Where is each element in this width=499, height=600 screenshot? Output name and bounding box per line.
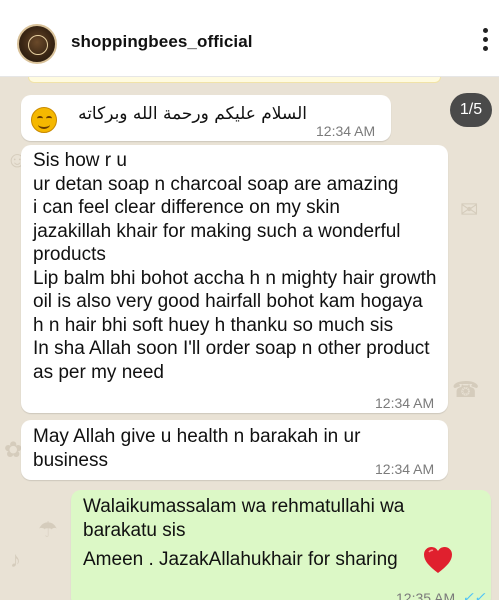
chat-area[interactable]: ☺ ✉ ☎ ✿ ♪ ☂ 1/5 السلام عليكم ورحمة الله …: [0, 77, 499, 600]
message-text: السلام عليكم ورحمة الله وبركاته: [78, 104, 307, 124]
message-bubble-incoming[interactable]: السلام عليكم ورحمة الله وبركاته 12:34 AM: [21, 95, 391, 141]
message-time: 12:34 AM: [375, 461, 435, 477]
red-heart-icon: [424, 547, 452, 573]
more-options-icon[interactable]: [482, 28, 490, 54]
account-username[interactable]: shoppingbees_official: [71, 32, 253, 52]
message-bubble-incoming[interactable]: May Allah give u health n barakah in ur …: [21, 420, 448, 480]
message-bubble-outgoing[interactable]: Walaikumassalam wa rehmatullahi wa barak…: [71, 490, 491, 600]
background-doodle: ✿: [4, 437, 23, 462]
background-doodle: ☂: [38, 517, 58, 542]
message-time: 12:34 AM: [316, 123, 376, 139]
message-text: Ameen . JazakAllahukhair for sharing: [83, 549, 398, 570]
background-doodle: ✉: [460, 197, 479, 222]
chat-header: shoppingbees_official: [0, 0, 499, 77]
message-text: Sis how r u ur detan soap n charcoal soa…: [33, 150, 437, 383]
message-time: 12:35 AM: [396, 590, 456, 600]
avatar[interactable]: [17, 24, 57, 64]
background-doodle: ♪: [10, 547, 21, 572]
double-check-icon: ✓✓: [462, 589, 486, 600]
message-time: 12:34 AM: [375, 395, 435, 411]
message-text: May Allah give u health n barakah in ur …: [33, 426, 361, 471]
message-text: Walaikumassalam wa rehmatullahi wa barak…: [83, 496, 405, 541]
background-doodle: ☎: [452, 377, 480, 402]
smile-emoji-icon: [31, 107, 57, 133]
message-bubble-incoming[interactable]: Sis how r u ur detan soap n charcoal soa…: [21, 145, 448, 413]
previous-message-edge: [28, 77, 441, 83]
avatar-logo-ring: [28, 35, 48, 55]
image-counter: 1/5: [450, 93, 492, 127]
